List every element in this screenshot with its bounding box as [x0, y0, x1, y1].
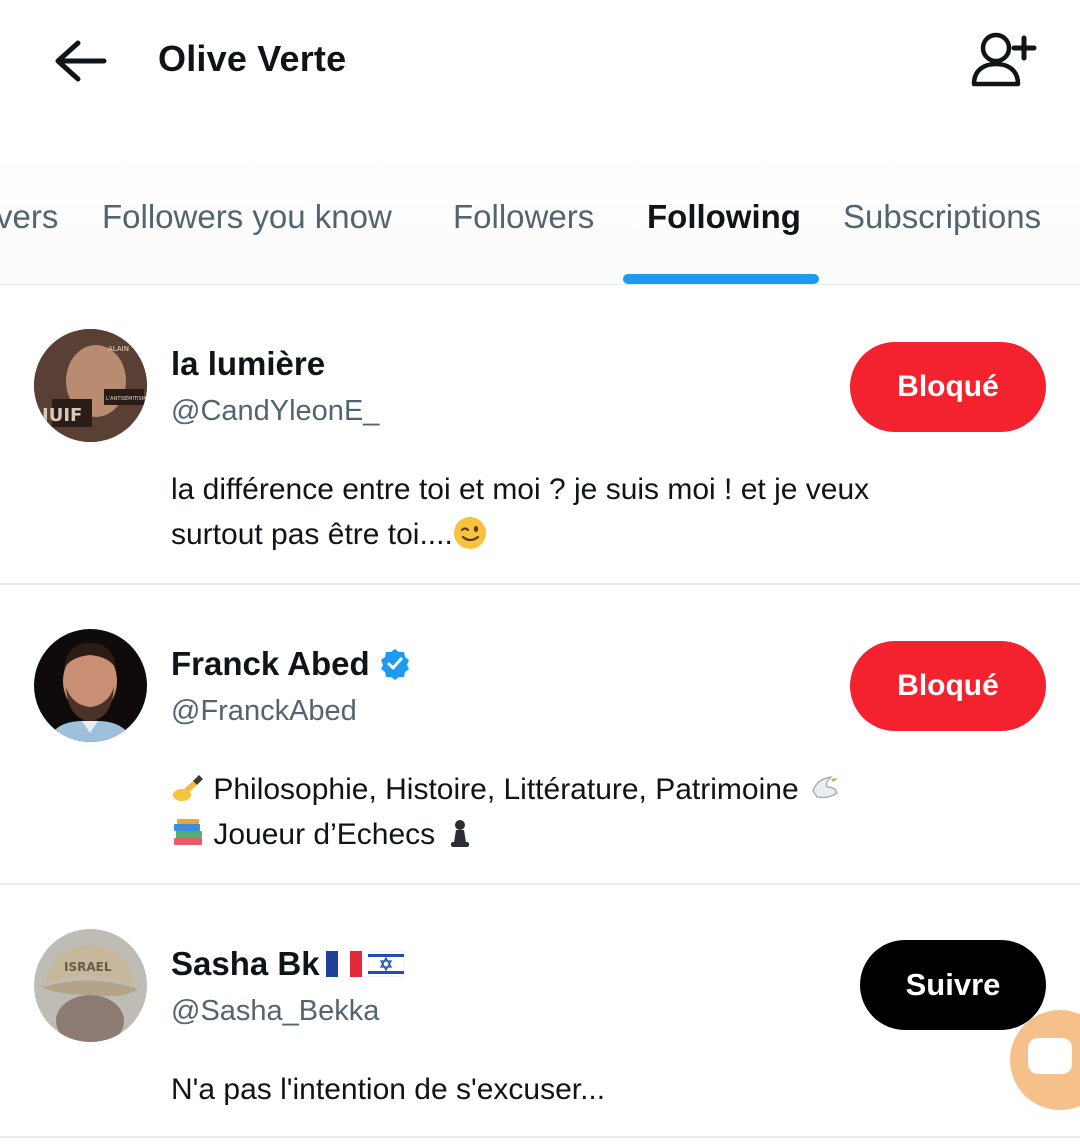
- tab-bar: vers Followers you know Followers Follow…: [0, 150, 1080, 285]
- user-bio: Philosophie, Histoire, Littérature, Patr…: [171, 767, 991, 857]
- user-bio: la différence entre toi et moi ? je suis…: [171, 473, 870, 551]
- tab-followers[interactable]: Followers: [453, 198, 594, 236]
- avatar[interactable]: JUIF L'ANTISÉMITISME ALAIN: [34, 329, 147, 442]
- user-list-item[interactable]: ISRAEL Sasha Bk @Sasha_Bekka Suivre N'a …: [0, 885, 1080, 1138]
- chat-icon: [1028, 1038, 1072, 1074]
- blocked-button[interactable]: Bloqué: [850, 641, 1046, 731]
- user-handle: @Sasha_Bekka: [171, 995, 380, 1027]
- avatar[interactable]: [34, 629, 147, 742]
- books-emoji-icon: [174, 819, 202, 845]
- arrow-left-icon: [55, 40, 107, 82]
- top-bar: Olive Verte: [0, 0, 1080, 120]
- user-display-name[interactable]: Franck Abed: [171, 645, 412, 683]
- svg-text:JUIF: JUIF: [40, 405, 82, 426]
- add-user-button[interactable]: [966, 28, 1042, 92]
- flag-france-icon: [325, 951, 362, 977]
- avatar[interactable]: ISRAEL: [34, 929, 147, 1042]
- flag-israel-icon: [367, 951, 404, 977]
- tab-following[interactable]: Following: [647, 198, 801, 236]
- svg-text:ISRAEL: ISRAEL: [64, 960, 112, 974]
- winking-face-emoji-icon: [453, 517, 486, 549]
- page-title: Olive Verte: [158, 38, 347, 79]
- svg-text:L'ANTISÉMITISME: L'ANTISÉMITISME: [106, 394, 147, 402]
- writing-hand-emoji-icon: [173, 775, 203, 801]
- user-display-name[interactable]: Sasha Bk: [171, 945, 404, 983]
- back-button[interactable]: [50, 34, 110, 88]
- user-bio: N'a pas l'intention de s'excuser...: [171, 1073, 606, 1106]
- user-display-name[interactable]: la lumière: [171, 345, 325, 383]
- tab-subscriptions[interactable]: Subscriptions: [843, 198, 1041, 236]
- verified-badge-icon: [380, 649, 409, 680]
- person-add-icon: [971, 32, 1037, 87]
- tab-verified-followers[interactable]: vers: [0, 198, 58, 236]
- chess-pawn-emoji-icon: [451, 820, 470, 847]
- dove-emoji-icon: [812, 776, 838, 799]
- user-handle: @CandYleonE_: [171, 395, 380, 427]
- user-list-item[interactable]: JUIF L'ANTISÉMITISME ALAIN la lumière @C…: [0, 285, 1080, 585]
- follow-button[interactable]: Suivre: [860, 940, 1046, 1030]
- tab-followers-you-know[interactable]: Followers you know: [102, 198, 392, 236]
- blocked-button[interactable]: Bloqué: [850, 342, 1046, 432]
- active-tab-indicator: [623, 274, 819, 284]
- svg-text:ALAIN: ALAIN: [108, 345, 129, 353]
- user-list-item[interactable]: Franck Abed @FranckAbed Bloqué Philosoph…: [0, 585, 1080, 885]
- user-handle: @FranckAbed: [171, 695, 357, 727]
